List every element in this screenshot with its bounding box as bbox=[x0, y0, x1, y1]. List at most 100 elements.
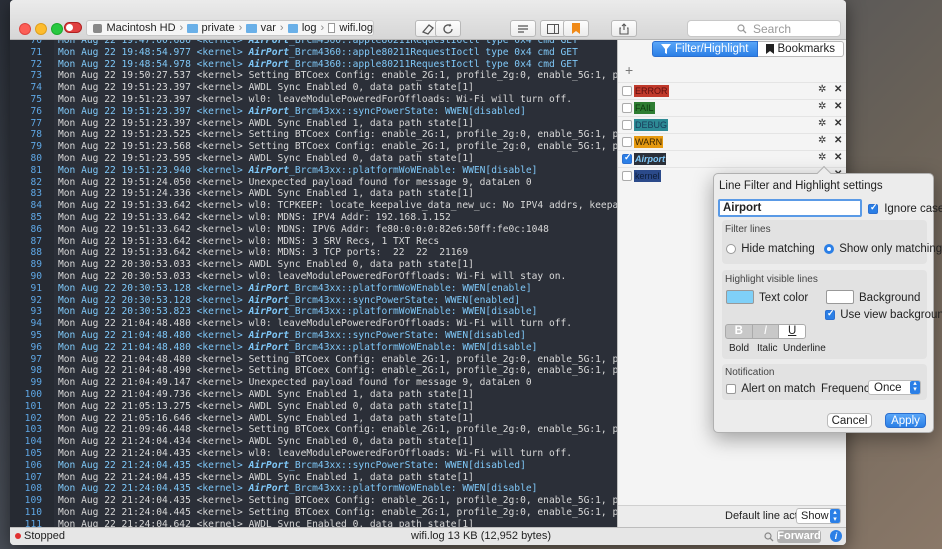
filter-row[interactable]: WARN ✲ ✕ bbox=[618, 133, 846, 150]
log-line[interactable]: 110 Mon Aug 22 21:24:04.445 <kernel> Sett… bbox=[10, 507, 617, 519]
filter-enabled-checkbox[interactable] bbox=[622, 103, 632, 113]
reload-button[interactable] bbox=[435, 20, 461, 37]
log-line[interactable]: 75 Mon Aug 22 19:51:23.397 <kernel> wl0: … bbox=[10, 94, 617, 106]
log-line[interactable]: 96 Mon Aug 22 21:04:48.480 <kernel> AirPo… bbox=[10, 342, 617, 354]
path-item[interactable]: var bbox=[261, 22, 276, 34]
close-icon[interactable]: ✕ bbox=[834, 84, 842, 95]
log-line[interactable]: 111 Mon Aug 22 21:24:04.642 <kernel> AWDL… bbox=[10, 519, 617, 527]
log-line[interactable]: 79 Mon Aug 22 19:51:23.568 <kernel> Setti… bbox=[10, 141, 617, 153]
filter-row[interactable]: DEBUG ✲ ✕ bbox=[618, 116, 846, 133]
tab-filter-highlight[interactable]: Filter/Highlight bbox=[652, 41, 758, 57]
log-line[interactable]: 85 Mon Aug 22 19:51:33.642 <kernel> wl0: … bbox=[10, 212, 617, 224]
text-color-well[interactable] bbox=[726, 290, 754, 304]
info-button[interactable]: i bbox=[830, 530, 842, 542]
log-line[interactable]: 93 Mon Aug 22 20:30:53.823 <kernel> AirPo… bbox=[10, 306, 617, 318]
frequency-select[interactable]: Once ▴ ▾ bbox=[868, 380, 921, 395]
pattern-input[interactable] bbox=[718, 199, 862, 217]
filter-row[interactable]: FAIL ✲ ✕ bbox=[618, 99, 846, 116]
log-line[interactable]: 80 Mon Aug 22 19:51:23.595 <kernel> AWDL … bbox=[10, 153, 617, 165]
close-window-button[interactable] bbox=[19, 23, 31, 35]
log-line[interactable]: 104 Mon Aug 22 21:24:04.434 <kernel> AWDL… bbox=[10, 436, 617, 448]
filter-enabled-checkbox[interactable] bbox=[622, 86, 632, 96]
gear-icon[interactable]: ✲ bbox=[818, 101, 826, 112]
log-line[interactable]: 71 Mon Aug 22 19:48:54.977 <kernel> AirPo… bbox=[10, 47, 617, 59]
log-line[interactable]: 98 Mon Aug 22 21:04:48.490 <kernel> Setti… bbox=[10, 365, 617, 377]
log-line[interactable]: 70 Mon Aug 22 19:47:00.686 <kernel> AirPo… bbox=[10, 40, 617, 47]
log-line[interactable]: 86 Mon Aug 22 19:51:33.642 <kernel> wl0: … bbox=[10, 224, 617, 236]
log-line[interactable]: 106 Mon Aug 22 21:24:04.435 <kernel> AirP… bbox=[10, 460, 617, 472]
log-view[interactable]: 70 Mon Aug 22 19:47:00.686 <kernel> AirPo… bbox=[10, 40, 617, 527]
gear-icon[interactable]: ✲ bbox=[818, 135, 826, 146]
monitoring-toggle[interactable] bbox=[64, 22, 82, 33]
hide-matching-radio[interactable]: Hide matching bbox=[726, 243, 815, 255]
close-icon[interactable]: ✕ bbox=[834, 118, 842, 129]
filter-enabled-checkbox[interactable] bbox=[622, 137, 632, 147]
underline-toggle[interactable]: U bbox=[779, 325, 805, 338]
path-item[interactable]: Macintosh HD bbox=[106, 22, 175, 34]
add-filter-button[interactable]: + bbox=[625, 62, 633, 78]
log-line[interactable]: 78 Mon Aug 22 19:51:23.525 <kernel> Setti… bbox=[10, 129, 617, 141]
log-line[interactable]: 73 Mon Aug 22 19:50:27.537 <kernel> Setti… bbox=[10, 70, 617, 82]
log-line[interactable]: 91 Mon Aug 22 20:30:53.128 <kernel> AirPo… bbox=[10, 283, 617, 295]
status-bar: Stopped wifi.log 13 KB (12,952 bytes) Fo… bbox=[10, 527, 846, 545]
tab-bookmarks[interactable]: Bookmarks bbox=[757, 41, 845, 57]
ignore-case-checkbox[interactable]: Ignore case bbox=[868, 202, 942, 215]
gear-icon[interactable]: ✲ bbox=[818, 84, 826, 95]
background-color-well[interactable] bbox=[826, 290, 854, 304]
path-item[interactable]: log bbox=[302, 22, 317, 34]
path-item[interactable]: wifi.log bbox=[339, 22, 373, 34]
gear-icon[interactable]: ✲ bbox=[818, 152, 826, 163]
log-line[interactable]: 103 Mon Aug 22 21:09:46.448 <kernel> Sett… bbox=[10, 424, 617, 436]
log-line[interactable]: 74 Mon Aug 22 19:51:23.397 <kernel> AWDL … bbox=[10, 82, 617, 94]
show-only-matching-radio[interactable]: Show only matching bbox=[824, 243, 942, 255]
filter-row[interactable]: ERROR ✲ ✕ bbox=[618, 82, 846, 99]
filter-row[interactable]: Airport ✲ ✕ bbox=[618, 150, 846, 167]
log-line[interactable]: 108 Mon Aug 22 21:24:04.435 <kernel> AirP… bbox=[10, 483, 617, 495]
log-line[interactable]: 95 Mon Aug 22 21:04:48.480 <kernel> AirPo… bbox=[10, 330, 617, 342]
close-icon[interactable]: ✕ bbox=[834, 152, 842, 163]
log-line[interactable]: 102 Mon Aug 22 21:05:16.646 <kernel> AWDL… bbox=[10, 413, 617, 425]
log-line[interactable]: 109 Mon Aug 22 21:24:04.435 <kernel> Sett… bbox=[10, 495, 617, 507]
log-line[interactable]: 72 Mon Aug 22 19:48:54.978 <kernel> AirPo… bbox=[10, 59, 617, 71]
forward-button[interactable]: Forward bbox=[777, 530, 821, 543]
log-line[interactable]: 89 Mon Aug 22 20:30:53.033 <kernel> AWDL … bbox=[10, 259, 617, 271]
log-line[interactable]: 94 Mon Aug 22 21:04:48.480 <kernel> wl0: … bbox=[10, 318, 617, 330]
log-line[interactable]: 100 Mon Aug 22 21:04:49.736 <kernel> AWDL… bbox=[10, 389, 617, 401]
apply-button[interactable]: Apply bbox=[885, 413, 926, 428]
minimize-window-button[interactable] bbox=[35, 23, 47, 35]
use-view-background-checkbox[interactable]: Use view background bbox=[825, 308, 942, 321]
log-line[interactable]: 83 Mon Aug 22 19:51:24.336 <kernel> AWDL … bbox=[10, 188, 617, 200]
log-line[interactable]: 92 Mon Aug 22 20:30:53.128 <kernel> AirPo… bbox=[10, 295, 617, 307]
log-line[interactable]: 105 Mon Aug 22 21:24:04.435 <kernel> wl0:… bbox=[10, 448, 617, 460]
log-line[interactable]: 81 Mon Aug 22 19:51:23.940 <kernel> AirPo… bbox=[10, 165, 617, 177]
log-line[interactable]: 107 Mon Aug 22 21:24:04.435 <kernel> AWDL… bbox=[10, 472, 617, 484]
bookmark-button[interactable] bbox=[563, 20, 589, 37]
log-line[interactable]: 99 Mon Aug 22 21:04:49.147 <kernel> Unexp… bbox=[10, 377, 617, 389]
log-line[interactable]: 90 Mon Aug 22 20:30:53.033 <kernel> wl0: … bbox=[10, 271, 617, 283]
wrap-lines-button[interactable] bbox=[510, 20, 536, 37]
alert-on-match-checkbox[interactable]: Alert on match bbox=[726, 383, 815, 395]
log-line[interactable]: 97 Mon Aug 22 21:04:48.480 <kernel> Setti… bbox=[10, 354, 617, 366]
default-action-select[interactable]: Show ▴ ▾ bbox=[796, 508, 841, 524]
search-field[interactable]: Search bbox=[687, 20, 841, 37]
log-line[interactable]: 84 Mon Aug 22 19:51:33.642 <kernel> wl0: … bbox=[10, 200, 617, 212]
filter-enabled-checkbox[interactable] bbox=[622, 152, 632, 164]
italic-toggle[interactable]: I bbox=[753, 325, 780, 338]
log-line[interactable]: 77 Mon Aug 22 19:51:23.397 <kernel> AWDL … bbox=[10, 118, 617, 130]
close-icon[interactable]: ✕ bbox=[834, 101, 842, 112]
gear-icon[interactable]: ✲ bbox=[818, 118, 826, 129]
share-button[interactable] bbox=[611, 20, 637, 37]
log-line[interactable]: 76 Mon Aug 22 19:51:23.397 <kernel> AirPo… bbox=[10, 106, 617, 118]
log-line[interactable]: 88 Mon Aug 22 19:51:33.642 <kernel> wl0: … bbox=[10, 247, 617, 259]
path-bar[interactable]: Macintosh HD › private › var › log › wif… bbox=[86, 20, 374, 36]
filter-enabled-checkbox[interactable] bbox=[622, 171, 632, 181]
log-line[interactable]: 87 Mon Aug 22 19:51:33.642 <kernel> wl0: … bbox=[10, 236, 617, 248]
bold-toggle[interactable]: B bbox=[726, 325, 753, 338]
filter-enabled-checkbox[interactable] bbox=[622, 120, 632, 130]
cancel-button[interactable]: Cancel bbox=[827, 413, 872, 428]
close-icon[interactable]: ✕ bbox=[834, 135, 842, 146]
zoom-window-button[interactable] bbox=[51, 23, 63, 35]
log-line[interactable]: 101 Mon Aug 22 21:05:13.275 <kernel> AWDL… bbox=[10, 401, 617, 413]
log-line[interactable]: 82 Mon Aug 22 19:51:24.050 <kernel> Unexp… bbox=[10, 177, 617, 189]
path-item[interactable]: private bbox=[202, 22, 235, 34]
